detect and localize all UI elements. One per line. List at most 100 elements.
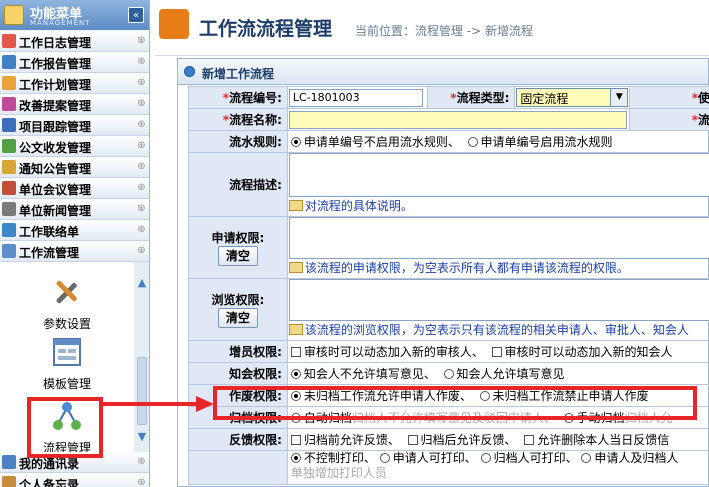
apply-perm-clear-button[interactable]: 清空: [217, 246, 258, 266]
menu-item-news[interactable]: 单位新闻管理 ⊕: [0, 199, 149, 220]
browse-perm-label: 浏览权限:: [211, 293, 265, 307]
tools-icon: [56, 280, 77, 304]
expand-icon[interactable]: ⊕: [136, 182, 147, 193]
menu-item-label: 单位新闻管理: [19, 204, 92, 218]
browse-perm-clear-button[interactable]: 清空: [217, 308, 258, 328]
notify-radio-2[interactable]: 知会人允许填写意见: [443, 367, 565, 381]
workflow-app-icon: [159, 9, 189, 39]
add-staff-cell: 审核时可以动态加入新的审核人、 审核时可以动态加入新的知会人: [286, 340, 709, 363]
expand-icon[interactable]: ⊕: [136, 140, 147, 151]
page-title: 工作流流程管理: [199, 18, 333, 40]
expand-icon[interactable]: ⊕: [136, 77, 147, 88]
sidebar-header: 功能菜单 MANAGEMENT «: [0, 0, 149, 30]
expand-icon[interactable]: ⊕: [136, 119, 147, 130]
menu-item-memo[interactable]: 个人备忘录 ⊕: [0, 473, 149, 487]
add-staff-checkbox-2[interactable]: 审核时可以动态加入新的知会人: [491, 345, 673, 359]
expand-icon[interactable]: ⊕: [136, 203, 147, 214]
form-row-apply-perm: 申请权限: 清空 该流程的申请权限，为空表示所有人都有申请该流程的权限。: [188, 216, 709, 279]
notify-cell: 知会人不允许填写意见、 知会人允许填写意见: [286, 362, 709, 385]
desc-textarea[interactable]: [288, 153, 709, 197]
menu-item-meeting[interactable]: 单位会议管理 ⊕: [0, 178, 149, 199]
expand-icon[interactable]: ⊕: [136, 477, 147, 487]
apply-perm-label: 申请权限:: [211, 231, 265, 245]
menu-item-contact-sheet[interactable]: 工作联络单 ⊕: [0, 220, 149, 241]
menu-item-work-report[interactable]: 工作报告管理 ⊕: [0, 52, 149, 73]
chevron-down-icon: ▼: [610, 89, 628, 106]
menu-item-proposal[interactable]: 改善提案管理 ⊕: [0, 94, 149, 115]
flow-no-label: *流程编号:: [188, 86, 288, 109]
form-row-serial-rule: 流水规则: 申请单编号不启用流水规则、 申请单编号启用流水规则: [188, 130, 709, 153]
sidebar-subtitle: MANAGEMENT: [30, 19, 91, 27]
feedback-checkbox-1[interactable]: 归档前允许反馈、: [290, 433, 400, 447]
menu-item-label: 工作联络单: [19, 225, 80, 239]
flow-name-input[interactable]: [288, 110, 627, 129]
page-header: 工作流流程管理 当前位置：流程管理 -> 新增流程: [155, 0, 709, 56]
contact-icon: [2, 223, 16, 237]
form-row-feedback: 反馈权限: 归档前允许反馈、 归档后允许反馈、 允许删除本人当日反馈信: [188, 428, 709, 451]
apply-perm-hint: 该流程的申请权限，为空表示所有人都有申请该流程的权限。: [288, 259, 709, 276]
expand-icon[interactable]: ⊕: [136, 456, 147, 467]
feedback-label: 反馈权限:: [188, 428, 288, 451]
menu-item-label: 项目跟踪管理: [19, 120, 92, 134]
meeting-icon: [2, 181, 16, 195]
expand-icon[interactable]: ⊕: [136, 98, 147, 109]
menu-item-work-log[interactable]: 工作日志管理 ⊕: [0, 31, 149, 52]
notice-icon: [2, 160, 16, 174]
scroll-up-icon[interactable]: ▲: [136, 277, 148, 288]
menu-item-document[interactable]: 公文收发管理 ⊕: [0, 136, 149, 157]
submenu-scrollbar[interactable]: ▲ ▼: [134, 262, 149, 452]
print-radio-2[interactable]: 申请人可打印、: [379, 452, 477, 465]
menu-logo-icon: [4, 5, 24, 25]
serial-rule-label: 流水规则:: [188, 130, 288, 153]
serial-rule-cell: 申请单编号不启用流水规则、 申请单编号启用流水规则: [286, 130, 709, 153]
breadcrumb: 当前位置：流程管理 -> 新增流程: [355, 24, 534, 38]
callout-arrow-icon: [102, 396, 214, 412]
template-icon: [53, 338, 81, 366]
browse-perm-textarea[interactable]: [288, 279, 709, 321]
submenu-item-template[interactable]: 模板管理: [20, 336, 114, 392]
menu-item-label: 单位会议管理: [19, 183, 92, 197]
menu-item-label: 通知公告管理: [19, 162, 92, 176]
serial-rule-radio-1[interactable]: 申请单编号不启用流水规则、: [290, 135, 460, 149]
flow-no-input[interactable]: LC-1801003: [288, 88, 423, 107]
print-radio-4[interactable]: 申请人及归档人: [581, 452, 678, 465]
apply-perm-label-cell: 申请权限: 清空: [188, 216, 288, 279]
expand-icon[interactable]: ⊕: [136, 35, 147, 46]
expand-icon[interactable]: ⊕: [136, 224, 147, 235]
print-radio-3[interactable]: 归档人可打印、: [480, 452, 578, 465]
feedback-checkbox-2[interactable]: 归档后允许反馈、: [407, 433, 517, 447]
flow-type-select[interactable]: 固定流程 ▼: [516, 88, 629, 107]
expand-icon[interactable]: ⊕: [136, 56, 147, 67]
form-row-notify: 知会权限: 知会人不允许填写意见、 知会人允许填写意见: [188, 362, 709, 385]
collapse-sidebar-button[interactable]: «: [128, 7, 144, 23]
feedback-checkbox-3[interactable]: 允许删除本人当日反馈信: [524, 433, 669, 447]
form-row-add-staff: 增员权限: 审核时可以动态加入新的审核人、 审核时可以动态加入新的知会人: [188, 340, 709, 363]
browse-perm-hint: 该流程的浏览权限，为空表示只有该流程的相关申请人、审批人、知会人: [288, 321, 709, 338]
proposal-icon: [2, 97, 16, 111]
notify-radio-1[interactable]: 知会人不允许填写意见、: [290, 367, 436, 381]
apply-perm-textarea[interactable]: [288, 217, 709, 259]
submenu-item-param-settings[interactable]: 参数设置: [20, 276, 114, 332]
desc-hint: 对流程的具体说明。: [288, 197, 709, 214]
submenu-item-label: 参数设置: [42, 317, 91, 331]
add-staff-label: 增员权限:: [188, 340, 288, 363]
expand-icon[interactable]: ⊕: [136, 245, 147, 256]
serial-rule-radio-2[interactable]: 申请单编号启用流水规则: [467, 135, 613, 149]
add-staff-checkbox-1[interactable]: 审核时可以动态加入新的审核人、: [290, 345, 484, 359]
print-radio-1[interactable]: 不控制打印、: [290, 452, 376, 465]
menu-item-project[interactable]: 项目跟踪管理 ⊕: [0, 115, 149, 136]
form-row-browse-perm: 浏览权限: 清空 该流程的浏览权限，为空表示只有该流程的相关申请人、审批人、知会…: [188, 278, 709, 341]
menu-item-notice[interactable]: 通知公告管理 ⊕: [0, 157, 149, 178]
expand-icon[interactable]: ⊕: [136, 161, 147, 172]
panel-bullet-icon: [184, 66, 195, 77]
flow-type-cell: 固定流程 ▼: [514, 86, 631, 109]
scroll-down-icon[interactable]: ▼: [136, 431, 148, 442]
menu-item-label: 个人备忘录: [19, 478, 80, 487]
menu-item-work-plan[interactable]: 工作计划管理 ⊕: [0, 73, 149, 94]
form-row-print: 不控制打印、 申请人可打印、 归档人可打印、 申请人及归档人 单独增加打印人员: [188, 450, 709, 485]
menu-item-workflow[interactable]: 工作流管理 ⊕: [0, 241, 149, 262]
news-icon: [2, 202, 16, 216]
scrollbar-thumb[interactable]: [137, 357, 147, 425]
menu-item-label: 工作计划管理: [19, 78, 92, 92]
document-icon: [2, 139, 16, 153]
